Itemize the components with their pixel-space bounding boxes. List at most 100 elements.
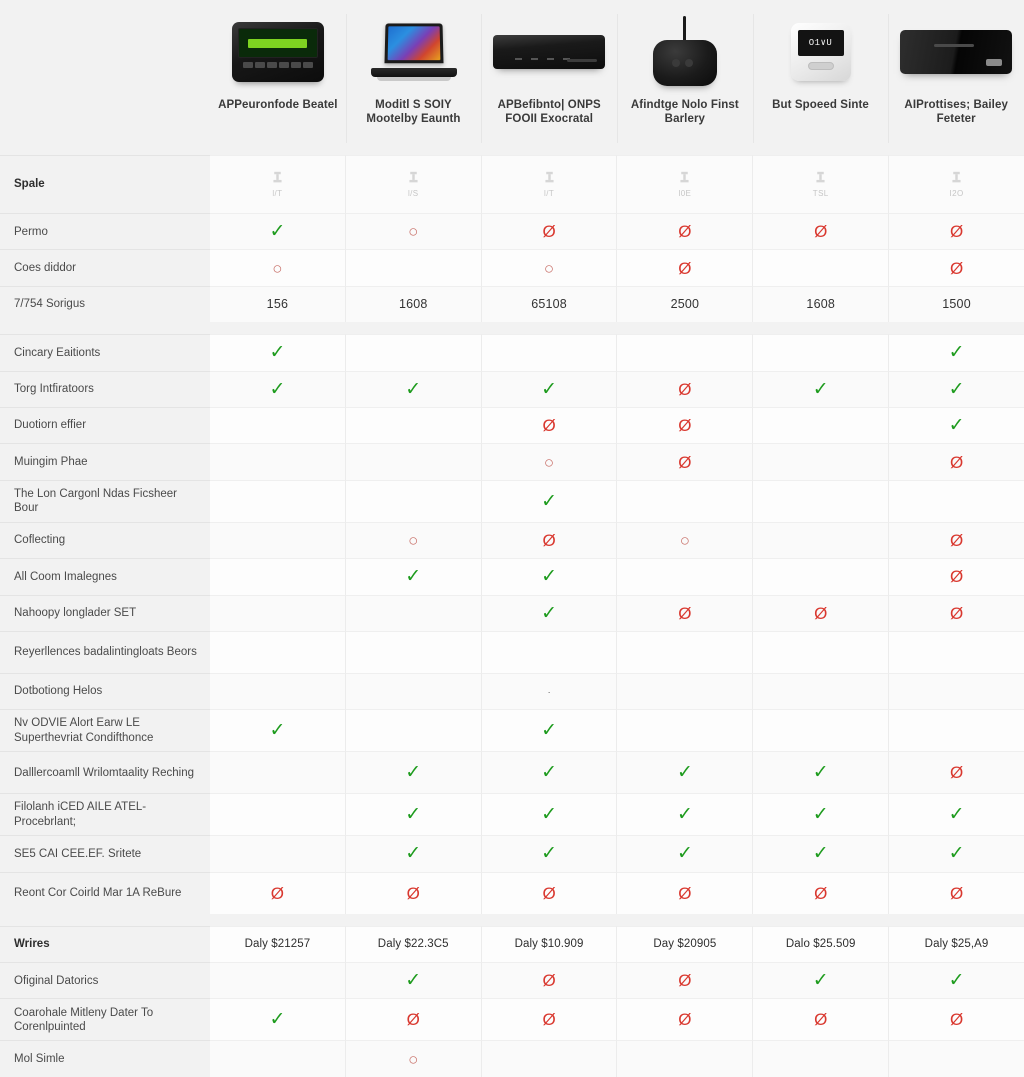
price-cell: Day $20905 [617,925,754,963]
row-label: The Lon Cargonl Ndas Ficsheer Bour [0,479,210,522]
cross-icon: Ø [406,1010,420,1030]
row-label: Duotiorn effier [0,406,210,444]
product-column-5[interactable]: O1∨U But Spoeed Sinte [752,0,889,155]
mark-cell [753,443,890,480]
mark-cell: Ø [889,249,1024,286]
product-column-4[interactable]: Afindtge Nolo Finst Barlery [617,0,753,155]
check-icon: ✓ [269,342,286,364]
mark-cell: Ø [889,521,1024,559]
cross-icon: Ø [678,603,692,623]
check-icon: ✓ [812,378,829,400]
row-label: All Coom Imalegnes [0,558,210,595]
spec-header-cell: l/T [481,155,618,213]
gap-cell [481,913,618,926]
mark-cell: ✓ [210,370,346,407]
mark-cell: ○ [617,521,754,559]
table-row: Ofiginal Datorics ✓ Ø Ø ✓ ✓ [0,962,1024,999]
antenna-puck-device-image [626,12,744,92]
gap-cell [210,913,346,926]
partial-circle-icon: ○ [543,258,555,278]
cross-icon: Ø [949,530,964,550]
mark-cell [210,521,346,559]
hotspot-device-image [219,12,337,92]
table-row: The Lon Cargonl Ndas Ficsheer Bour ✓ [0,479,1024,522]
check-icon: ✓ [812,970,829,992]
mark-cell: Ø [481,406,618,444]
mark-cell [889,630,1024,673]
mark-cell: Ø [617,998,754,1041]
check-icon: ✓ [812,762,829,784]
check-icon: ✓ [541,720,558,742]
row-label: Coarohale Mitleny Dater To Corenlpuinted [0,998,210,1041]
mark-cell: ✓ [210,709,346,752]
meter-device-image: O1∨U [762,12,880,92]
check-icon: ✓ [405,566,422,588]
row-label: Reont Cor Coirld Mar 1A ReBure [0,871,210,914]
table-row: SE5 CAI CEE.EF. Sritete ✓ ✓ ✓ ✓ ✓ [0,835,1024,872]
mark-cell [617,1040,754,1077]
mark-cell: ✓ [481,479,618,522]
cross-icon: Ø [949,603,964,623]
gap-cell [888,322,1024,335]
mark-cell: Ø [617,962,754,999]
check-icon: ✓ [269,221,286,243]
mark-cell: Ø [481,213,618,250]
cross-icon: Ø [678,222,692,242]
product-column-6[interactable]: AIProttises; Bailey Feteter [888,0,1024,155]
mark-cell [889,709,1024,752]
mark-cell: ✓ [481,594,618,631]
product-column-1[interactable]: APPeuronfode Beatel [210,0,346,155]
mark-cell [617,672,754,710]
row-label: Coflecting [0,521,210,559]
mark-cell: ○ [210,249,346,286]
mark-cell: ✓ [889,334,1024,371]
mark-cell [753,1040,890,1077]
mark-cell: Ø [617,213,754,250]
mark-cell: ✓ [345,370,482,407]
cross-icon: Ø [949,1010,964,1030]
mark-cell [345,406,482,444]
slab-router-device-image [897,12,1015,92]
check-icon: ✓ [676,804,693,826]
cross-icon: Ø [949,452,964,472]
mark-cell [753,479,890,522]
table-row: Cincary Eaitionts ✓ ✓ [0,334,1024,371]
numeric-value: 2500 [670,297,700,312]
mark-cell: · [481,672,618,710]
table-row: Filolanh iCED AILE ATEL-Procebrlant; ✓ ✓ ✓ ✓… [0,793,1024,836]
mark-cell [345,479,482,522]
mark-cell: ✓ [345,558,482,595]
check-icon: ✓ [948,804,965,826]
mark-cell [753,334,890,371]
check-icon: ✓ [812,804,829,826]
mark-cell: ✓ [889,835,1024,872]
cross-icon: Ø [270,883,285,903]
mark-cell [617,479,754,522]
mark-cell: ✓ [345,793,482,836]
spec-header-cell: l/S [345,155,482,213]
mark-cell [345,709,482,752]
mark-cell [210,479,346,522]
mark-cell [210,630,346,673]
gap-cell [210,322,346,335]
spec-code: TSL [812,189,829,198]
check-icon: ✓ [405,804,422,826]
product-column-2[interactable]: Moditl S SOIY Mootelby Eaunth [345,0,482,155]
gap-cell [617,322,753,335]
row-gap [0,322,210,335]
mark-cell [617,334,754,371]
mark-cell [345,630,482,673]
price-cell: Dalo $25.509 [753,925,890,963]
mark-cell: ✓ [481,709,618,752]
partial-circle-icon: ○ [408,530,419,550]
mark-cell: Ø [481,962,618,999]
check-icon: ✓ [541,843,558,865]
mark-cell: ✓ [617,751,754,794]
mark-cell [210,594,346,631]
mark-cell [481,334,618,371]
product-column-3[interactable]: APBefibnto| ONPS FOOII Exocratal [481,0,617,155]
table-row: Mol Simle ○ [0,1040,1024,1077]
mark-cell: ✓ [481,370,618,407]
mark-cell: Ø [889,213,1024,250]
table-row: Nahoopy longlader SET ✓ Ø Ø Ø [0,594,1024,631]
